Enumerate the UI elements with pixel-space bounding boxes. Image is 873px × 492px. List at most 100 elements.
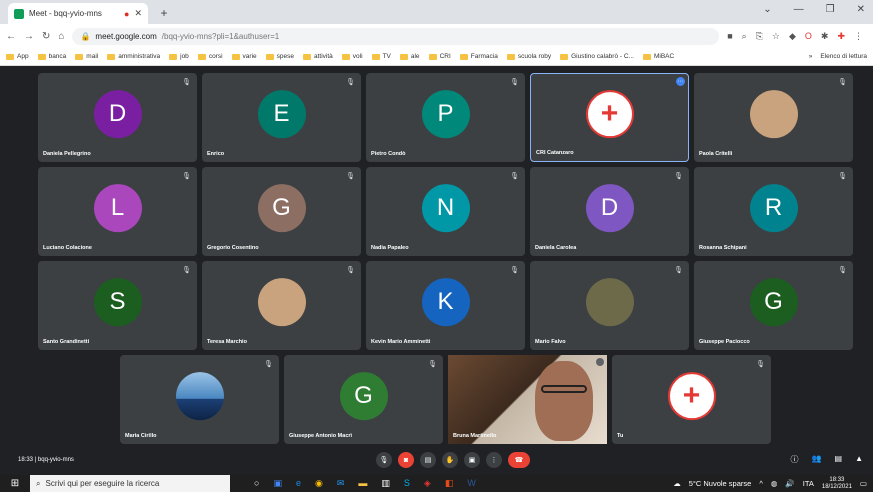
participant-tile[interactable]: ⋯ CRI Catanzaro <box>530 73 689 162</box>
minimize-icon[interactable]: — <box>794 4 804 15</box>
bookmark-item[interactable]: ale <box>399 53 420 60</box>
star-icon[interactable]: ☆ <box>772 31 780 42</box>
bookmark-item[interactable]: App <box>6 53 29 60</box>
skype-icon[interactable]: S <box>404 478 410 489</box>
participant-tile[interactable]: D 🎙 Daniela Carolea <box>530 167 689 256</box>
network-icon[interactable]: ◍ <box>771 479 778 488</box>
forward-icon[interactable]: → <box>24 31 34 42</box>
language[interactable]: ITA <box>803 479 814 488</box>
participant-avatar: G <box>339 371 388 420</box>
chrome-icon[interactable]: ◉ <box>315 478 323 489</box>
participant-tile[interactable]: 🎙 Mario Falvo <box>530 261 689 350</box>
participant-tile[interactable]: 🎙 Maria Cirillo <box>120 355 279 444</box>
bookmark-item[interactable]: scuola roby <box>506 53 551 60</box>
bookmark-item[interactable]: spese <box>265 53 294 60</box>
app-icon[interactable]: ▥ <box>381 478 390 489</box>
reload-icon[interactable]: ↻ <box>42 31 50 42</box>
taskbar-search[interactable]: ⌕ Scrivi qui per eseguire la ricerca <box>30 475 230 492</box>
volume-icon[interactable]: 🔊 <box>785 479 794 488</box>
tile-options-icon[interactable]: ⋯ <box>676 77 685 86</box>
raise-hand-icon[interactable]: ✋ <box>442 452 458 468</box>
bookmark-item[interactable]: amministrativa <box>107 53 160 60</box>
microphone-icon[interactable]: 🎙 <box>376 452 392 468</box>
captions-icon[interactable]: ▤ <box>420 452 436 468</box>
edge-icon[interactable]: e <box>296 478 301 489</box>
participant-tile[interactable]: E 🎙 Enrico <box>202 73 361 162</box>
bookmark-item[interactable]: mail <box>75 53 98 60</box>
participant-tile[interactable]: G 🎙 Gregorio Cosentino <box>202 167 361 256</box>
bookmark-item[interactable]: TV <box>371 53 391 60</box>
participant-tile[interactable]: S 🎙 Santo Grandinetti <box>38 261 197 350</box>
store-icon[interactable]: ▣ <box>273 478 282 489</box>
puzzle-icon[interactable]: ✱ <box>821 31 829 42</box>
weather-text[interactable]: 5°C Nuvole sparse <box>689 479 752 488</box>
back-icon[interactable]: ← <box>6 31 16 42</box>
participant-name: Mario Falvo <box>535 339 566 345</box>
participant-name: Tu <box>617 433 624 439</box>
bookmark-item[interactable]: attività <box>303 53 333 60</box>
opera-icon[interactable]: O <box>805 31 812 42</box>
bookmark-item[interactable]: job <box>169 53 189 60</box>
zoom-icon[interactable]: ⌕ <box>742 31 747 42</box>
mail-icon[interactable]: ✉ <box>337 478 345 489</box>
more-options-icon[interactable]: ⋮ <box>486 452 502 468</box>
participant-tile[interactable]: G 🎙 Giuseppe Antonio Macrì <box>284 355 443 444</box>
menu-icon[interactable]: ⋮ <box>854 31 863 42</box>
chat-icon[interactable]: ▤ <box>835 454 843 465</box>
office-icon[interactable]: ◧ <box>445 478 454 489</box>
participant-tile[interactable]: 🎙 Tu <box>612 355 771 444</box>
participant-tile[interactable]: G 🎙 Giuseppe Paciocco <box>694 261 853 350</box>
browser-tab-meet[interactable]: Meet - bqq-yvio-mns ● ✕ <box>8 3 148 24</box>
word-icon[interactable]: W <box>467 478 476 489</box>
bookmark-item[interactable]: varie <box>231 53 257 60</box>
end-call-button[interactable]: ☎ <box>508 452 530 468</box>
participant-tile[interactable]: L 🎙 Luciano Colacione <box>38 167 197 256</box>
notifications-icon[interactable]: ▭ <box>860 479 867 488</box>
participant-tile[interactable]: P 🎙 Pietro Condò <box>366 73 525 162</box>
tab-search-icon[interactable]: ⌄ <box>763 4 771 15</box>
bookmark-item[interactable]: banca <box>37 53 66 60</box>
camera-in-use-icon[interactable]: ■ <box>727 31 732 42</box>
meeting-code[interactable]: bqq-yvio-mns <box>38 457 74 463</box>
address-bar[interactable]: 🔒 meet.google.com/bqq-yvio-mns?pli=1&aut… <box>72 27 720 45</box>
participant-tile[interactable]: R 🎙 Rosanna Schipani <box>694 167 853 256</box>
muted-mic-icon: 🎙 <box>428 361 437 368</box>
participant-tile[interactable]: 🎙 Teresa Marchio <box>202 261 361 350</box>
bookmark-item[interactable]: MiBAC <box>642 53 674 60</box>
share-icon[interactable]: ⎘ <box>756 31 763 42</box>
bookmark-item[interactable]: Farmacia <box>459 53 498 60</box>
participant-tile[interactable]: K 🎙 Kevin Mario Amminetti <box>366 261 525 350</box>
close-window-icon[interactable]: ✕ <box>857 4 865 15</box>
reading-list[interactable]: Elenco di lettura <box>820 53 867 60</box>
file-explorer-icon[interactable]: ▬ <box>358 478 367 489</box>
windows-taskbar: ⊞ ⌕ Scrivi qui per eseguire la ricerca ○… <box>0 475 873 492</box>
tray-arrow-icon[interactable]: ^ <box>759 479 763 488</box>
camera-off-icon[interactable]: ◙ <box>398 452 414 468</box>
profile-icon[interactable]: ✚ <box>837 31 845 42</box>
activities-icon[interactable]: ▲ <box>855 454 863 465</box>
photos-icon[interactable]: ◈ <box>424 478 431 489</box>
close-tab-icon[interactable]: ✕ <box>134 8 142 19</box>
info-icon[interactable]: ⓘ <box>791 454 799 465</box>
home-icon[interactable]: ⌂ <box>58 31 64 42</box>
present-icon[interactable]: ▣ <box>464 452 480 468</box>
task-view-icon[interactable]: ○ <box>254 478 259 489</box>
bookmark-item[interactable]: CRI <box>428 53 451 60</box>
people-icon[interactable]: 👥 <box>812 454 822 465</box>
bookmark-item[interactable]: corsi <box>197 53 223 60</box>
participant-tile[interactable]: 🎙 Paola Critelli <box>694 73 853 162</box>
participant-tile[interactable]: D 🎙 Daniela Pellegrino <box>38 73 197 162</box>
bookmark-item[interactable]: voli <box>341 53 363 60</box>
extension-icon[interactable]: ◆ <box>789 31 796 42</box>
clock[interactable]: 18:33 18/12/2021 <box>822 477 852 491</box>
maximize-icon[interactable]: ❐ <box>826 4 835 15</box>
new-tab-button[interactable]: + <box>156 5 172 21</box>
muted-mic-icon: 🎙 <box>756 361 765 368</box>
pin-icon[interactable] <box>596 358 604 366</box>
participant-tile[interactable]: N 🎙 Nadia Papaleo <box>366 167 525 256</box>
bookmark-item[interactable]: Giustino calabrò - C... <box>560 53 634 60</box>
folder-icon <box>265 53 274 60</box>
windows-start-icon[interactable]: ⊞ <box>0 478 30 489</box>
more-bookmarks-icon[interactable]: » <box>809 53 813 60</box>
participant-tile[interactable]: Bruna Martinello <box>448 355 607 444</box>
